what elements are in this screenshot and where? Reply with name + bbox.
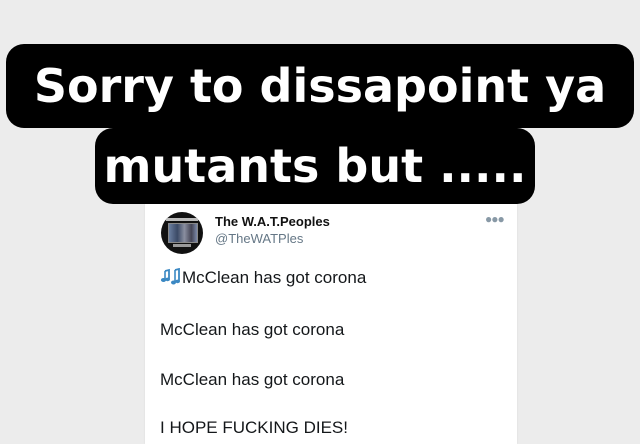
tweet-text-line: McClean has got corona [160, 267, 367, 288]
tweet-card: The W.A.T.Peoples @TheWATPles ●●● McClea… [145, 204, 517, 444]
music-notes-icon [160, 267, 180, 286]
ellipsis-icon[interactable]: ●●● [485, 212, 505, 226]
user-handle[interactable]: @TheWATPles [215, 231, 303, 246]
tweet-text-line: McClean has got corona [160, 370, 345, 389]
tweet-text-line: I HOPE FUCKING DIES! [160, 418, 348, 437]
avatar[interactable] [161, 212, 203, 254]
display-name[interactable]: The W.A.T.Peoples [215, 214, 330, 229]
tweet-line-text: McClean has got corona [182, 268, 367, 287]
caption-line-2: mutants but ..... [95, 128, 535, 204]
tweet-text-line: McClean has got corona [160, 320, 345, 339]
caption-line-1: Sorry to dissapoint ya [6, 44, 634, 128]
